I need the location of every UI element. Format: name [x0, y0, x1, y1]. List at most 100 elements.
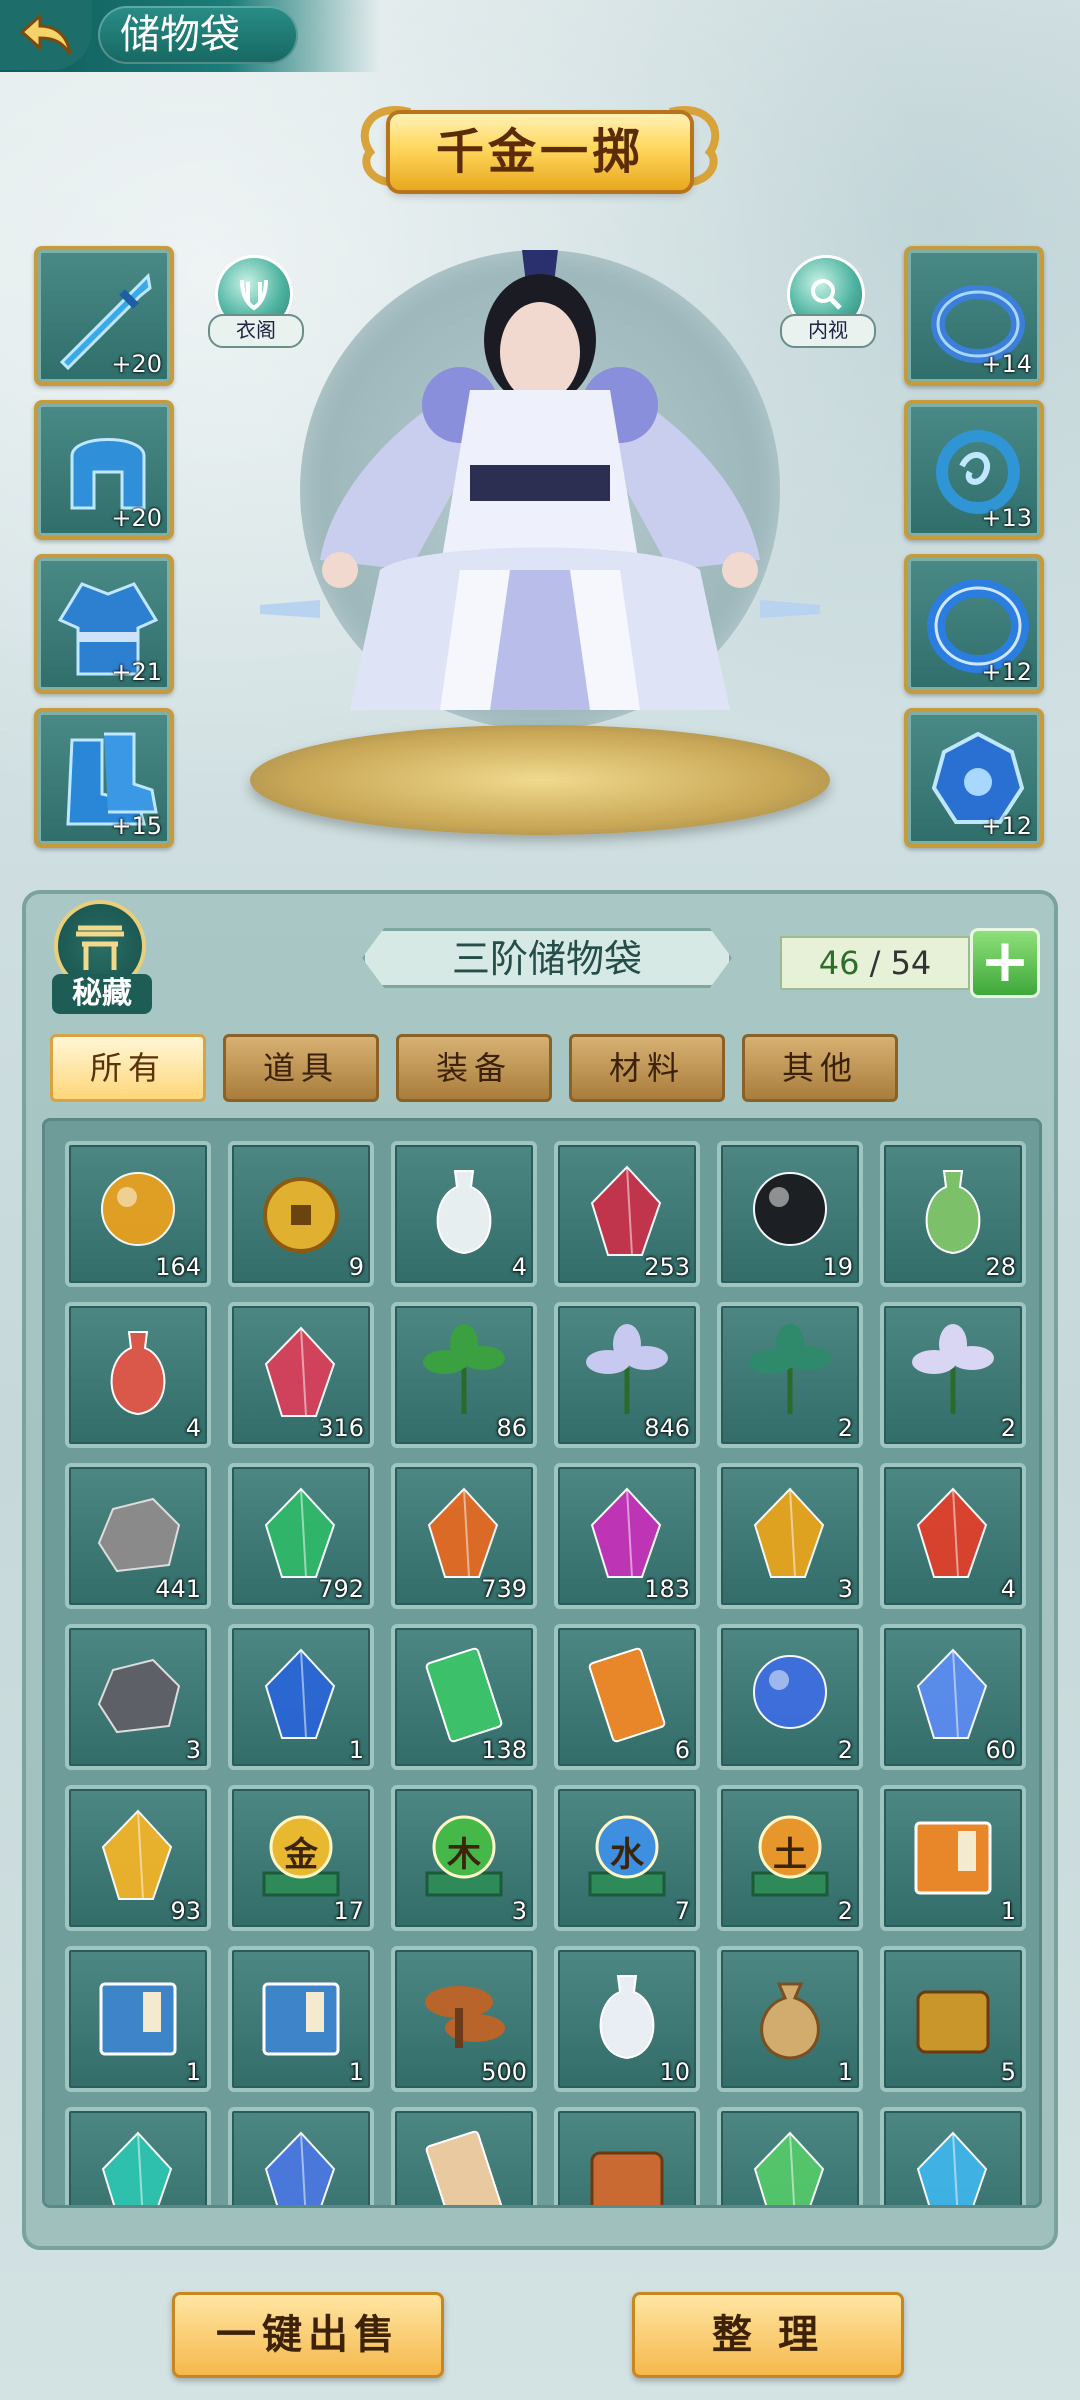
inventory-slot[interactable]: 28 — [880, 1141, 1026, 1287]
inventory-slot[interactable]: 1 — [228, 1624, 374, 1770]
item-count: 3 — [837, 1575, 853, 1603]
item-count: 500 — [481, 2058, 527, 2086]
item-count: 1 — [1000, 1897, 1016, 1925]
title-banner: 千金一掷 — [350, 92, 730, 214]
inventory-slot[interactable] — [65, 2107, 211, 2205]
inventory-slot[interactable]: 木3 — [391, 1785, 537, 1931]
character-figure[interactable] — [260, 240, 820, 830]
inventory-slot[interactable]: 60 — [880, 1624, 1026, 1770]
inventory-slot[interactable]: 6 — [554, 1624, 700, 1770]
expand-capacity-button[interactable]: + — [970, 928, 1040, 998]
tab-equipment[interactable]: 装备 — [396, 1034, 552, 1102]
item-count: 183 — [644, 1575, 690, 1603]
item-count: 846 — [644, 1414, 690, 1442]
inventory-slot[interactable] — [228, 2107, 374, 2205]
red-gourd-icon — [110, 1331, 166, 1416]
inventory-slot[interactable]: 2 — [717, 1624, 863, 1770]
tab-others[interactable]: 其他 — [742, 1034, 898, 1102]
equip-slot-sword[interactable]: +20 — [34, 246, 174, 386]
inventory-slot[interactable]: 19 — [717, 1141, 863, 1287]
inventory-slot[interactable]: 1 — [228, 1946, 374, 2092]
inventory-slot[interactable]: 2 — [717, 1302, 863, 1448]
item-count: 17 — [333, 1897, 364, 1925]
mushroom-icon — [425, 1986, 505, 2048]
inner-view-button[interactable]: 内视 — [780, 258, 876, 348]
inventory-slot[interactable]: 1 — [880, 1785, 1026, 1931]
quick-sell-button[interactable]: 一键出售 — [172, 2292, 444, 2378]
inventory-slot[interactable]: 水7 — [554, 1785, 700, 1931]
dark-ore-icon — [97, 1658, 181, 1734]
back-button[interactable] — [0, 0, 92, 70]
element-glyph: 金 — [284, 1835, 318, 1875]
equip-slot-boots[interactable]: +15 — [34, 708, 174, 848]
green-gourd-icon — [925, 1170, 981, 1255]
tab-materials[interactable]: 材料 — [569, 1034, 725, 1102]
blue-spirit-orb-icon — [753, 1655, 827, 1729]
grey-rock-icon — [97, 1497, 181, 1573]
secret-storage-button[interactable]: 秘藏 — [52, 900, 152, 1018]
equip-slot-amulet[interactable]: +12 — [904, 708, 1044, 848]
inventory-slot[interactable]: 4 — [391, 1141, 537, 1287]
item-count: 7 — [674, 1897, 690, 1925]
inventory-slot[interactable]: 183 — [554, 1463, 700, 1609]
inventory-slot[interactable]: 2 — [880, 1302, 1026, 1448]
inventory-slot[interactable]: 9 — [228, 1141, 374, 1287]
equip-slot-robe[interactable]: +21 — [34, 554, 174, 694]
inventory-slot[interactable]: 土2 — [717, 1785, 863, 1931]
blue-shard-icon — [264, 2131, 336, 2205]
sort-button[interactable]: 整 理 — [632, 2292, 904, 2378]
inventory-slot[interactable]: 86 — [391, 1302, 537, 1448]
item-count: 2 — [1000, 1414, 1016, 1442]
equip-slot-bracelet[interactable]: +12 — [904, 554, 1044, 694]
equip-level: +14 — [981, 350, 1032, 378]
inventory-slot[interactable]: 441 — [65, 1463, 211, 1609]
inventory-slot[interactable] — [554, 2107, 700, 2205]
tab-all[interactable]: 所有 — [50, 1034, 206, 1102]
inventory-slot[interactable] — [717, 2107, 863, 2205]
inventory-slot[interactable] — [391, 2107, 537, 2205]
wardrobe-button[interactable]: 衣阁 — [208, 258, 304, 348]
porcelain-vase-icon — [599, 1975, 655, 2060]
inventory-slot[interactable]: 3 — [65, 1624, 211, 1770]
inventory-slot[interactable]: 792 — [228, 1463, 374, 1609]
gold-coin-icon — [263, 1177, 339, 1253]
item-count: 253 — [644, 1253, 690, 1281]
inventory-slot[interactable]: 164 — [65, 1141, 211, 1287]
inventory-slot[interactable] — [880, 2107, 1026, 2205]
equip-slot-helmet[interactable]: +20 — [34, 400, 174, 540]
inventory-slot[interactable]: 5 — [880, 1946, 1026, 2092]
inventory-slot[interactable]: 4 — [65, 1302, 211, 1448]
inventory-slot[interactable]: 1 — [65, 1946, 211, 2092]
item-count: 792 — [318, 1575, 364, 1603]
green-gem-icon — [264, 1487, 336, 1578]
inventory-slot[interactable]: 10 — [554, 1946, 700, 2092]
equip-slot-pendant[interactable]: +13 — [904, 400, 1044, 540]
inventory-slot[interactable]: 846 — [554, 1302, 700, 1448]
inventory-slot[interactable]: 4 — [880, 1463, 1026, 1609]
inventory-slot[interactable]: 316 — [228, 1302, 374, 1448]
inventory-slot[interactable]: 3 — [717, 1463, 863, 1609]
inventory-slot[interactable]: 739 — [391, 1463, 537, 1609]
item-count: 2 — [837, 1414, 853, 1442]
rainbow-crystal-icon — [916, 1648, 988, 1739]
wardrobe-label: 衣阁 — [208, 314, 304, 348]
item-count: 2 — [837, 1897, 853, 1925]
inventory-slot[interactable]: 253 — [554, 1141, 700, 1287]
item-count: 9 — [348, 1253, 364, 1281]
inventory-slot[interactable]: 138 — [391, 1624, 537, 1770]
red-crystal-icon — [590, 1165, 662, 1256]
tab-props[interactable]: 道具 — [223, 1034, 379, 1102]
banner-text: 千金一掷 — [390, 114, 690, 190]
equip-slot-ring[interactable]: +14 — [904, 246, 1044, 386]
plus-icon: + — [979, 926, 1031, 996]
element-glyph: 木 — [447, 1835, 481, 1875]
equip-level: +15 — [111, 812, 162, 840]
item-grid[interactable]: 164 9 4 253 19 28 4 316 86 846 2 2 441 792 739 183 3 4 3 1 1… — [42, 1118, 1042, 2208]
equip-level: +20 — [111, 504, 162, 532]
inventory-slot[interactable]: 93 — [65, 1785, 211, 1931]
inventory-slot[interactable]: 1 — [717, 1946, 863, 2092]
inventory-slot[interactable]: 金 17 — [228, 1785, 374, 1931]
inventory-slot[interactable]: 500 — [391, 1946, 537, 2092]
capacity-max: 54 — [890, 944, 932, 982]
red-crystal-cluster-icon — [264, 1326, 336, 1417]
